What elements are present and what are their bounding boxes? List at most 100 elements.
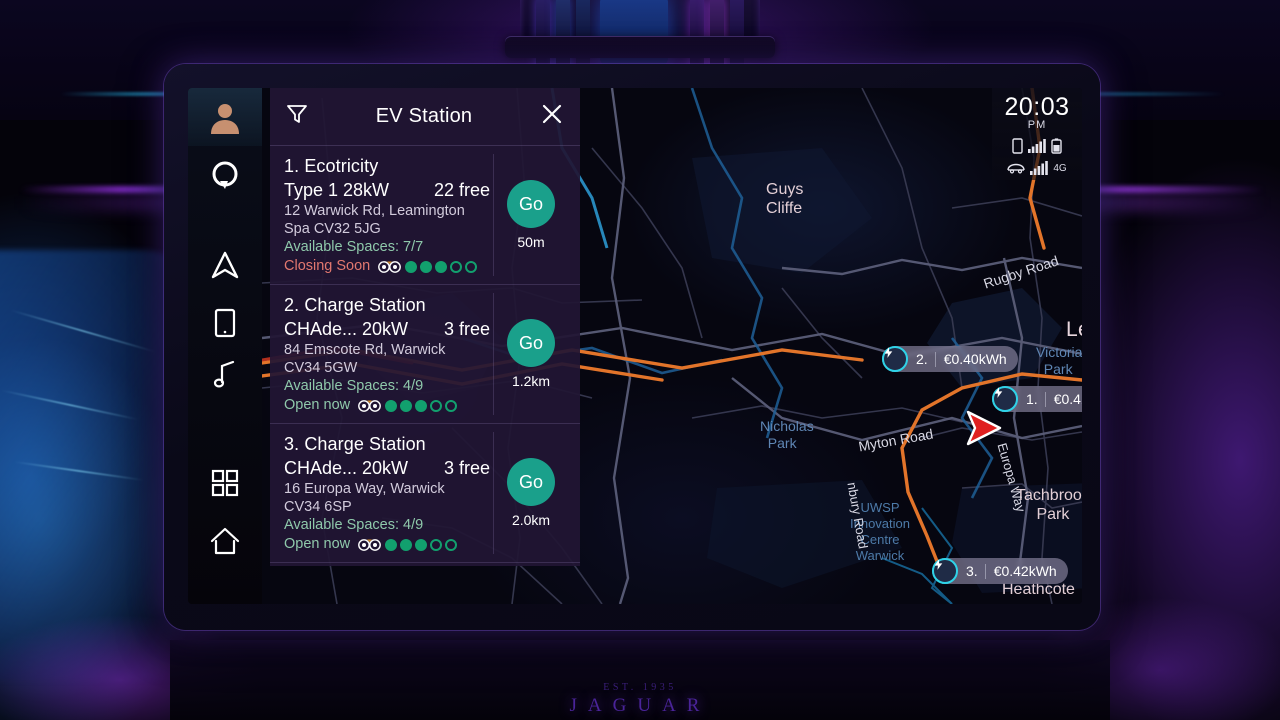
station-distance: 1.2km [511, 373, 551, 389]
vent-slat [556, 0, 570, 74]
station-distance: 50m [517, 234, 545, 250]
dash-plate [505, 36, 775, 58]
station-available-spaces: Available Spaces: 7/7 [284, 239, 424, 255]
station-free-count: 22 free [433, 180, 490, 200]
sidebar-item-assistant[interactable] [188, 146, 262, 204]
panel-header: EV Station [270, 88, 580, 146]
seat-stitching [10, 309, 156, 353]
phone-device-icon [214, 308, 236, 338]
voice-assistant-icon [212, 161, 238, 189]
station-rating [358, 399, 458, 412]
close-x-icon[interactable] [540, 102, 564, 131]
navigation-arrow-icon [211, 251, 239, 279]
center-console [170, 640, 1110, 720]
station-status: Open now [284, 397, 351, 413]
station-name: 2. Charge Station [284, 295, 426, 315]
station-available-spaces: Available Spaces: 4/9 [284, 378, 424, 394]
station-name: 1. Ecotricity [284, 156, 379, 176]
charge-pin[interactable]: 2. €0.40kWh [882, 346, 1018, 372]
station-spec: Type 1 28kW 22 free [284, 178, 490, 202]
charge-pin-number: 1. [1026, 391, 1038, 407]
vent-slat [730, 0, 744, 74]
station-footer: Open now [284, 396, 490, 415]
station-distance: 2.0km [511, 512, 551, 528]
rating-dot [430, 399, 443, 412]
station-rating [358, 538, 458, 551]
sidebar-item-phone[interactable] [188, 294, 262, 352]
divider [934, 351, 936, 367]
signal-bars-icon [1030, 161, 1049, 175]
charge-pin[interactable]: 3. €0.42kWh [932, 558, 1068, 584]
station-free-count: 3 free [443, 319, 490, 339]
sidebar-item-home[interactable] [188, 512, 262, 570]
station-connector: Type 1 28kW [284, 180, 390, 200]
home-icon [210, 527, 240, 555]
seat-stitching [1, 389, 139, 421]
rating-dot [445, 399, 458, 412]
center-display-strip [600, 0, 668, 66]
station-name: 3. Charge Station [284, 434, 426, 454]
status-row-phone [992, 138, 1082, 154]
battery-icon [1051, 138, 1062, 154]
station-list-item[interactable]: 2. Charge Station CHAde... 20kW 3 free 8… [270, 285, 580, 424]
status-row-car: 4G [992, 161, 1082, 175]
divider [984, 563, 986, 579]
charge-pin-price: €0.41kWh [1053, 391, 1082, 407]
rating-dot [420, 260, 433, 273]
charge-pin-number: 2. [916, 351, 928, 367]
clock-time: 20:03 [1004, 93, 1070, 121]
ev-station-panel: EV Station 1. Ecotricity Type 1 28kW 22 … [270, 88, 580, 566]
rating-dot [385, 538, 398, 551]
filter-funnel-icon[interactable] [286, 103, 308, 130]
charge-pin-number: 3. [966, 563, 978, 579]
center-vent [520, 0, 760, 50]
status-bar: 20:03 PM 4G [992, 88, 1082, 180]
station-address-line2: CV34 6SP [284, 499, 352, 515]
rating-dot [400, 538, 413, 551]
panel-title: EV Station [375, 105, 473, 127]
sidebar-item-apps[interactable] [188, 454, 262, 512]
brand-tagline: EST. 1935 [603, 682, 677, 693]
vent-slat [536, 0, 550, 74]
go-button[interactable]: Go [507, 458, 555, 506]
car-icon [1007, 163, 1026, 174]
brand-plate: EST. 1935 JAGUAR [0, 682, 1280, 717]
station-footer: Open now [284, 535, 490, 554]
tripadvisor-owl-icon [358, 539, 382, 551]
station-list-item[interactable]: 3. Charge Station CHAde... 20kW 3 free 1… [270, 424, 580, 563]
station-available-spaces: Available Spaces: 4/9 [284, 517, 424, 533]
car-interior-scene: EST. 1935 JAGUAR Guys Cliffe L Victoria … [0, 0, 1280, 720]
station-go-area[interactable]: Go 50m [494, 180, 568, 250]
phone-icon [1012, 138, 1023, 154]
station-spec: CHAde... 20kW 3 free [284, 317, 490, 341]
lightning-bolt-icon [932, 558, 958, 584]
sidebar-item-navigation[interactable] [188, 236, 262, 294]
charge-pin-price: €0.40kWh [943, 351, 1007, 367]
station-address-line1: 16 Europa Way, Warwick [284, 481, 445, 497]
tripadvisor-owl-icon [378, 261, 402, 273]
rating-dot [400, 399, 413, 412]
apps-grid-icon [211, 469, 239, 497]
station-connector: CHAde... 20kW [284, 319, 409, 339]
station-address-line1: 12 Warwick Rd, Leamington [284, 203, 465, 219]
rating-dot [445, 538, 458, 551]
sidebar-item-media[interactable] [188, 346, 262, 404]
station-rating [378, 260, 478, 273]
go-button[interactable]: Go [507, 319, 555, 367]
tripadvisor-owl-icon [358, 400, 382, 412]
station-spec: CHAde... 20kW 3 free [284, 456, 490, 480]
station-details: 1. Ecotricity Type 1 28kW 22 free 12 War… [284, 155, 490, 276]
rating-dot [415, 399, 428, 412]
signal-bars-icon [1028, 139, 1046, 153]
go-button[interactable]: Go [507, 180, 555, 228]
station-go-area[interactable]: Go 1.2km [494, 319, 568, 389]
charge-pin[interactable]: 1. €0.41kWh [992, 386, 1082, 412]
charge-pin-price: €0.42kWh [993, 563, 1057, 579]
brand-name: JAGUAR [569, 695, 711, 716]
sidebar-item-profile[interactable] [188, 88, 262, 146]
station-list-item[interactable]: 1. Ecotricity Type 1 28kW 22 free 12 War… [270, 146, 580, 285]
station-go-area[interactable]: Go 2.0km [494, 458, 568, 528]
infotainment-screen: GuysCliffe Leamington Spa Victoria Park … [188, 88, 1082, 604]
rating-dot [430, 538, 443, 551]
lightning-bolt-icon [882, 346, 908, 372]
